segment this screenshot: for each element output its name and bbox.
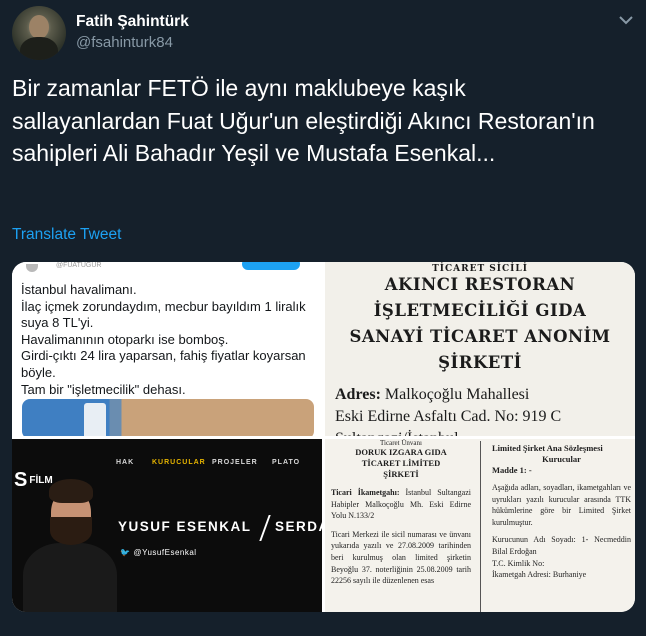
address-line: Malkoçoğlu Mahallesi — [384, 386, 530, 403]
right-paragraph: Aşağıda adları, soyadları, ikametgahları… — [492, 483, 631, 527]
author-avatar[interactable] — [12, 6, 66, 60]
right-paragraph: T.C. Kimlik No: — [492, 558, 545, 568]
banner-twitter: 🐦 @YusufEsenkal — [120, 548, 197, 557]
left-title-line: TİCARET LİMİTED — [361, 458, 441, 468]
document-left-column: Ticaret Ünvanı DORUK IZGARA GIDA TİCARET… — [325, 439, 476, 587]
embedded-photo — [22, 399, 314, 436]
address-line: Sultangazi/İstanbul — [335, 428, 635, 436]
left-paragraph: Ticari İkametgahı: İstanbul Sultangazi H… — [331, 488, 472, 521]
bird-icon: 🐦 — [120, 548, 131, 557]
banner-nav-item: HAK — [116, 459, 135, 466]
address-line: Eski Edirne Asfaltı Cad. No: 919 C — [335, 408, 562, 425]
media-image-registry-document[interactable]: Ticaret Ünvanı DORUK IZGARA GIDA TİCARET… — [325, 439, 635, 612]
address-label: Adres: — [335, 386, 381, 403]
media-image-tweet-screenshot[interactable]: @FUATUGUR İstanbul havalimanı. İlaç içme… — [12, 262, 322, 436]
right-paragraph: İkametgah Adresi: Burhaniye — [492, 570, 587, 580]
chevron-down-icon[interactable] — [618, 14, 634, 26]
document-top-fragment: TİCARET SİCİLİ — [432, 264, 528, 274]
embedded-tweet-text: İstanbul havalimanı. İlaç içmek zorunday… — [21, 282, 321, 398]
left-title-line: ŞİRKETİ — [383, 469, 419, 479]
banner-nav-item: PLATO — [272, 459, 301, 466]
left-small-label: Ticaret Ünvanı — [380, 439, 422, 447]
title-line: ŞİRKETİ — [438, 353, 522, 372]
tweet-text: Bir zamanlar FETÖ ile aynı maklubeye kaş… — [12, 75, 595, 166]
left-title-line: DORUK IZGARA GIDA — [355, 447, 447, 457]
embedded-line: İstanbul havalimanı. — [21, 282, 137, 297]
media-image-company-document[interactable]: TİCARET SİCİLİ AKINCI RESTORAN İŞLETMECİ… — [325, 262, 635, 436]
person-photo — [17, 479, 117, 612]
embedded-line: Tam bir "işletmecilik" dehası. — [21, 381, 186, 397]
embedded-line: Havalimanının otoparkı ise bomboş. — [21, 331, 229, 347]
banner-divider — [259, 515, 271, 541]
author-handle[interactable]: @fsahinturk84 — [76, 34, 173, 51]
mini-avatar — [26, 264, 38, 272]
banner-nav-item: PROJELER — [212, 459, 258, 466]
embedded-line: İlaç içmek zorundaydım, mecbur bayıldım … — [21, 298, 306, 331]
embedded-handle: @FUATUGUR — [56, 262, 102, 269]
title-line: SANAYİ TİCARET ANONİM — [349, 327, 611, 346]
banner-second-name: SERDAR — [275, 519, 322, 534]
column-divider — [480, 441, 481, 612]
left-paragraph: Ticari Merkezi ile sicil numarası ve ünv… — [331, 529, 471, 586]
document-title: TİCARET SİCİLİ AKINCI RESTORAN İŞLETMECİ… — [325, 262, 635, 376]
right-paragraph: Kurucunun Adı Soyadı: 1- Necmeddin Bilal… — [492, 535, 631, 556]
title-line: AKINCI RESTORAN — [384, 275, 576, 294]
right-title-line: Kurucular — [542, 454, 581, 464]
embedded-line: Girdi-çıktı 24 lira yaparsan, fahiş fiya… — [21, 348, 306, 380]
translate-tweet-link[interactable]: Translate Tweet — [12, 226, 121, 244]
right-title-line: Limited Şirket Ana Sözleşmesi — [492, 443, 603, 453]
document-right-column: Limited Şirket Ana Sözleşmesi Kurucular … — [484, 439, 635, 581]
tweet-media-grid: @FUATUGUR İstanbul havalimanı. İlaç içme… — [12, 262, 635, 612]
right-madde: Madde 1: - — [492, 465, 532, 475]
media-image-film-banner[interactable]: S FİLM HAK KURUCULAR PROJELER PLATO YUSUF… — [12, 439, 322, 612]
tweet-header: Fatih Şahintürk @fsahinturk84 — [12, 6, 634, 62]
document-address: Adres: Malkoçoğlu Mahallesi Eski Edirne … — [335, 384, 635, 436]
banner-nav-item-active: KURUCULAR — [152, 459, 206, 466]
embedded-follow-button — [242, 262, 300, 270]
author-name[interactable]: Fatih Şahintürk — [76, 13, 189, 31]
banner-name: YUSUF ESENKAL — [118, 519, 252, 534]
title-line: İŞLETMECİLİĞİ GIDA — [373, 301, 587, 320]
